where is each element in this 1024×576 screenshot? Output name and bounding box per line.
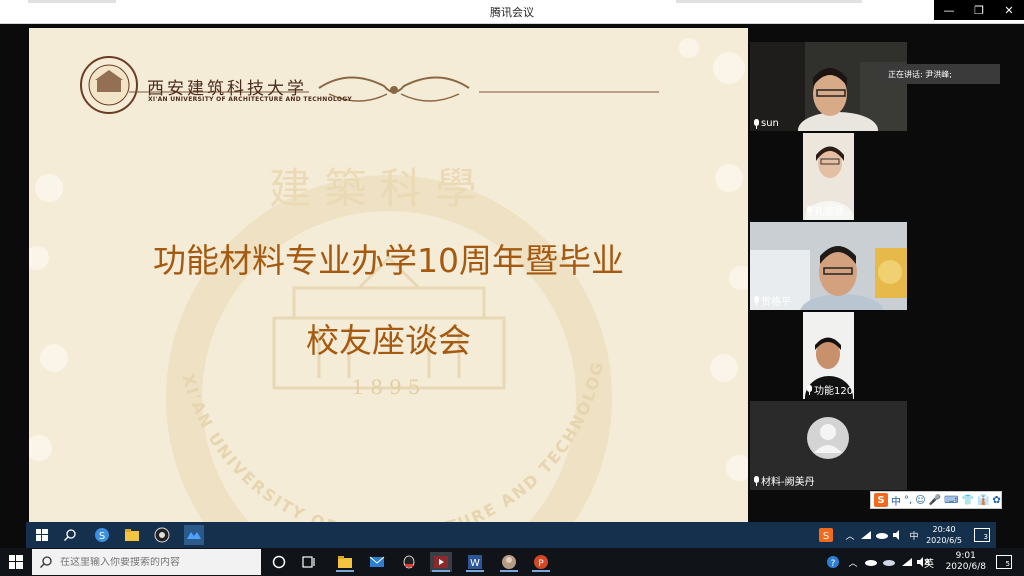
window-title: 腾讯会议 (490, 6, 534, 19)
title-bar-divider (676, 0, 862, 3)
settings-icon[interactable]: ✿ (992, 495, 1000, 506)
file-explorer-icon (122, 525, 142, 545)
tencent-meeting-icon (184, 525, 204, 545)
toolbox-icon[interactable]: 👔 (977, 495, 989, 506)
windows-taskbar: W P ? ︿ 英 9:012020/6/8 5 (0, 548, 1024, 576)
windows-start-icon (32, 525, 52, 545)
university-name-en: XI'AN UNIVERSITY OF ARCHITECTURE AND TEC… (148, 96, 353, 103)
taskbar-search[interactable] (32, 549, 261, 575)
svg-text:建 築 科 學: 建 築 科 學 (269, 164, 477, 213)
powerpoint-icon[interactable]: P (530, 552, 552, 572)
photo-app-icon[interactable] (498, 552, 520, 572)
video-tile-liu[interactable]: 功能1202 刘超 (803, 312, 854, 399)
speaking-indicator: 正在讲话: 尹洪峰; (882, 64, 1000, 84)
input-language-indicator[interactable]: 英 (924, 555, 934, 570)
sogou-tray-icon: S (816, 525, 836, 545)
svg-text:?: ? (831, 559, 836, 569)
start-button[interactable] (0, 548, 32, 576)
shared-screen-slide: 1895 XI'AN UNIVERSITY OF ARCHITECTURE AN… (29, 28, 748, 522)
svg-text:S: S (99, 531, 105, 542)
svg-text:S: S (823, 531, 829, 542)
video-tile-kong[interactable]: 孔德慧 (803, 133, 854, 220)
word-icon[interactable]: W (464, 552, 486, 572)
slide-headline-line1: 功能材料专业办学10周年暨毕业 (153, 241, 624, 280)
sogou-logo-icon: S (874, 493, 888, 507)
participant-name: sun (753, 118, 779, 129)
remote-notification-icon: 3 (974, 528, 990, 542)
skin-icon[interactable]: 👕 (962, 495, 974, 506)
ime-toolbar[interactable]: S 中 °, ☺ 🎤 ⌨ 👕 👔 ✿ (870, 491, 1002, 509)
watermark-year: 1895 (352, 375, 427, 399)
search-input[interactable] (60, 556, 250, 568)
window-controls: — ❐ ✕ (934, 0, 1024, 20)
video-tile-sun[interactable]: sun (750, 42, 907, 131)
language-icon: 中 (909, 531, 919, 542)
meeting-title-bar: 腾讯会议 — ❐ ✕ (0, 0, 1024, 24)
help-icon[interactable]: ? (822, 552, 844, 572)
microphone-icon (806, 384, 813, 395)
microphone-icon (753, 118, 760, 129)
punctuation-icon[interactable]: °, (904, 495, 912, 506)
keyboard-icon[interactable]: ⌨ (944, 495, 958, 506)
video-tile-que[interactable]: 材料-阙美丹 (750, 401, 907, 490)
cortana-icon[interactable] (268, 552, 290, 572)
voice-icon[interactable]: 🎤 (929, 495, 941, 506)
action-center-icon[interactable]: 5 (996, 555, 1012, 569)
microphone-icon (806, 205, 813, 216)
svg-text:W: W (470, 558, 480, 569)
microphone-icon (753, 475, 760, 486)
close-button[interactable]: ✕ (994, 0, 1024, 20)
system-clock[interactable]: 9:01 2020/6/8 (946, 551, 986, 573)
windows-logo-icon (9, 555, 23, 569)
search-icon (60, 525, 80, 545)
task-view-icon[interactable] (298, 552, 320, 572)
remote-clock: 20:40 2020/6/5 (926, 525, 962, 545)
participant-name: 功能1202 刘超 (806, 382, 854, 397)
participant-name: 孔德慧 (806, 203, 844, 218)
restore-button[interactable]: ❐ (964, 0, 994, 20)
mail-icon[interactable] (366, 552, 388, 572)
obs-icon (152, 525, 172, 545)
participant-name: 材料-阙美丹 (753, 473, 815, 488)
microphone-icon (753, 295, 760, 306)
minimize-button[interactable]: — (934, 0, 964, 20)
title-bar-divider (28, 0, 116, 3)
remote-taskbar: S S ︿ 中 20:40 2020/6/5 3 (26, 522, 996, 548)
emoji-icon[interactable]: ☺ (915, 495, 925, 506)
qq-icon[interactable] (398, 552, 420, 572)
video-tile-he[interactable]: 贺格平 (750, 222, 907, 310)
slide-headline-line2: 校友座谈会 (306, 321, 471, 360)
media-player-icon[interactable] (430, 552, 452, 572)
sogou-browser-icon: S (92, 525, 112, 545)
search-icon (40, 556, 52, 568)
file-explorer-icon[interactable] (334, 552, 356, 572)
ime-mode[interactable]: 中 (891, 493, 901, 508)
participant-name: 贺格平 (753, 293, 791, 308)
svg-text:P: P (538, 559, 544, 569)
